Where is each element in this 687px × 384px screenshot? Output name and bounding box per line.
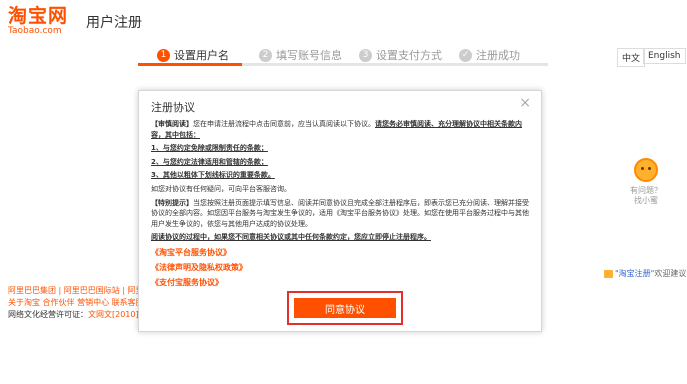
agreement-text[interactable]: 【审慎阅读】您在申请注册流程中点击同意前，应当认真阅读以下协议。请您务必审慎阅读… (151, 119, 529, 287)
check-icon: ✓ (459, 48, 472, 62)
lang-zh-button[interactable]: 中文 (617, 48, 646, 67)
agreement-dialog: 注册协议 × 【审慎阅读】您在申请注册流程中点击同意前，应当认真阅读以下协议。请… (138, 90, 542, 332)
agreement-paragraph: 【特别提示】当您按照注册页面提示填写信息、阅读并同意协议且完成全部注册程序后，即… (151, 198, 529, 230)
special-notice-text: 当您按照注册页面提示填写信息、阅读并同意协议且完成全部注册程序后，即表示您已充分… (151, 198, 529, 228)
notice-text: 您在申请注册流程中点击同意前，应当认真阅读以下协议。 (193, 120, 375, 128)
agree-button[interactable]: 同意协议 (294, 298, 396, 318)
help-assistant[interactable]: 有问题？ 找小蜜 (625, 158, 667, 206)
step-label: 设置支付方式 (376, 49, 442, 62)
step-label: 注册成功 (476, 49, 520, 62)
help-line1: 有问题？ (630, 186, 662, 195)
feedback-icon (604, 269, 613, 278)
clause-item: 1、与您约定免除或限制责任的条款； (151, 144, 268, 153)
help-line2: 找小蜜 (634, 196, 658, 205)
footer-taobao-links[interactable]: 关于淘宝 合作伙伴 营销中心 联系客服 开放 (8, 297, 148, 309)
feedback-text: 欢迎建议 (654, 269, 687, 278)
agreement-paragraph: 如您对协议有任何疑问，可向平台客服咨询。 (151, 184, 291, 193)
clause-item: 3、其他以粗体下划线标识的重要条款。 (151, 171, 275, 180)
steps-track-active (138, 63, 242, 66)
taobao-logo[interactable]: 淘宝网 Taobao.com (8, 6, 68, 36)
step-number: 3 (359, 48, 372, 62)
notice-heading: 【审慎阅读】 (151, 120, 193, 128)
logo-subtext: Taobao.com (8, 26, 62, 36)
license-label: 网络文化经营许可证： (8, 310, 88, 319)
assistant-face-icon (634, 158, 658, 182)
step-register-success: ✓ 注册成功 (459, 47, 520, 63)
footer-links: 阿里巴巴集团 | 阿里巴巴国际站 | 阿里巴巴 关于淘宝 合作伙伴 营销中心 联… (8, 285, 148, 321)
step-number: 1 (157, 48, 170, 62)
page-title: 用户注册 (86, 15, 142, 31)
protocol-link-legal-privacy[interactable]: 《法律声明及隐私权政策》 (151, 261, 529, 275)
step-set-username: 1 设置用户名 (157, 47, 229, 63)
step-set-payment: 3 设置支付方式 (359, 47, 442, 63)
step-label: 设置用户名 (174, 49, 229, 62)
step-number: 2 (259, 48, 272, 62)
step-fill-account-info: 2 填写账号信息 (259, 47, 342, 63)
protocol-link-alipay-service[interactable]: 《支付宝服务协议》 (151, 276, 529, 287)
feedback-link[interactable]: "淘宝注册" 欢迎建议 (604, 268, 686, 279)
close-icon[interactable]: × (519, 96, 531, 110)
lang-en-button[interactable]: English (643, 48, 686, 64)
feedback-target: "淘宝注册" (615, 269, 655, 278)
step-label: 填写账号信息 (276, 49, 342, 62)
protocol-link-taobao-service[interactable]: 《淘宝平台服务协议》 (151, 246, 529, 260)
footer-group-links[interactable]: 阿里巴巴集团 | 阿里巴巴国际站 | 阿里巴巴 (8, 285, 148, 297)
agreement-paragraph: 阅读协议的过程中，如果您不同意相关协议或其中任何条款约定，您应立即停止注册程序。 (151, 233, 431, 242)
logo-text: 淘宝网 (8, 5, 69, 27)
clause-item: 2、与您约定法律适用和管辖的条款； (151, 157, 268, 166)
dialog-title: 注册协议 (151, 101, 195, 114)
agreement-paragraph: 【审慎阅读】您在申请注册流程中点击同意前，应当认真阅读以下协议。请您务必审慎阅读… (151, 119, 529, 140)
footer-license: 网络文化经营许可证：文网文[2010]040号 (8, 309, 148, 321)
special-notice-heading: 【特别提示】 (151, 198, 193, 207)
agree-button-highlight: 同意协议 (287, 291, 403, 325)
